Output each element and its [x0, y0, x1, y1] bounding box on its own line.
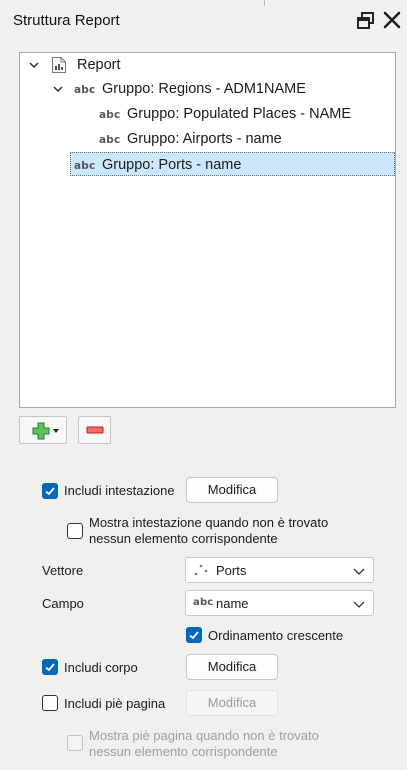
layer-combobox[interactable]: Ports: [185, 557, 374, 583]
close-panel-icon[interactable]: [382, 10, 402, 30]
tree-item-ports-group[interactable]: abc Gruppo: Ports - name: [70, 152, 395, 176]
chevron-down-icon: [353, 601, 365, 608]
field-combobox[interactable]: abc name: [185, 590, 374, 616]
field-value: name: [216, 596, 249, 611]
text-field-icon: abc: [99, 109, 121, 121]
tree-item-label: Gruppo: Airports - name: [127, 131, 282, 147]
tree-item-label: Report: [77, 57, 121, 73]
remove-section-icon: [86, 426, 104, 434]
sort-ascending-label: Ordinamento crescente: [208, 628, 344, 643]
chevron-down-icon[interactable]: [52, 83, 64, 95]
text-field-icon: abc: [74, 84, 96, 96]
chevron-down-icon: [353, 568, 365, 575]
include-header-label: Includi intestazione: [64, 483, 175, 498]
show-footer-no-match-label: Mostra piè pagina quando non è trovato n…: [89, 728, 319, 760]
label-line: nessun elemento corrispondente: [89, 744, 278, 759]
field-label: Campo: [42, 596, 84, 611]
tree-item-airports-group[interactable]: abc Gruppo: Airports - name: [24, 127, 384, 151]
tree-item-report[interactable]: Report: [24, 53, 384, 77]
include-header-checkbox[interactable]: [42, 483, 58, 499]
splitter-tick: [264, 0, 265, 6]
tree-item-label: Gruppo: Ports - name: [102, 157, 242, 173]
edit-header-button[interactable]: Modifica: [186, 477, 278, 503]
text-field-icon: abc: [99, 134, 121, 146]
label-line: nessun elemento corrispondente: [89, 531, 278, 546]
show-header-no-match-checkbox[interactable]: [67, 523, 83, 539]
text-field-icon: abc: [193, 597, 214, 608]
add-section-button[interactable]: [19, 416, 67, 444]
remove-section-button[interactable]: [78, 416, 111, 444]
tree-item-populated-places-group[interactable]: abc Gruppo: Populated Places - NAME: [24, 102, 384, 126]
layer-label: Vettore: [42, 563, 84, 578]
include-body-checkbox[interactable]: [42, 659, 58, 675]
edit-body-button[interactable]: Modifica: [186, 654, 278, 680]
report-structure-tree[interactable]: Report abc Gruppo: Regions - ADM1NAME ab…: [19, 52, 396, 408]
edit-footer-button[interactable]: Modifica: [186, 690, 278, 716]
float-panel-icon[interactable]: [356, 11, 376, 31]
add-section-icon: [32, 422, 59, 440]
text-field-icon: abc: [74, 160, 96, 172]
show-header-no-match-label: Mostra intestazione quando non è trovato…: [89, 515, 328, 547]
point-layer-icon: [194, 564, 208, 576]
label-line: Mostra intestazione quando non è trovato: [89, 515, 329, 530]
panel-titlebar: Struttura Report: [0, 0, 407, 42]
layer-value: Ports: [216, 563, 247, 578]
report-icon: [52, 57, 66, 73]
tree-item-regions-group[interactable]: abc Gruppo: Regions - ADM1NAME: [24, 77, 384, 101]
include-footer-label: Includi piè pagina: [64, 696, 166, 711]
include-body-label: Includi corpo: [64, 660, 138, 675]
sort-ascending-checkbox[interactable]: [186, 627, 202, 643]
include-footer-checkbox[interactable]: [42, 695, 58, 711]
label-line: Mostra piè pagina quando non è trovato: [89, 728, 319, 743]
chevron-down-icon[interactable]: [28, 59, 40, 71]
tree-item-label: Gruppo: Populated Places - NAME: [127, 106, 352, 122]
panel-title: Struttura Report: [13, 12, 120, 29]
show-footer-no-match-checkbox[interactable]: [67, 735, 83, 751]
tree-item-label: Gruppo: Regions - ADM1NAME: [102, 81, 306, 97]
